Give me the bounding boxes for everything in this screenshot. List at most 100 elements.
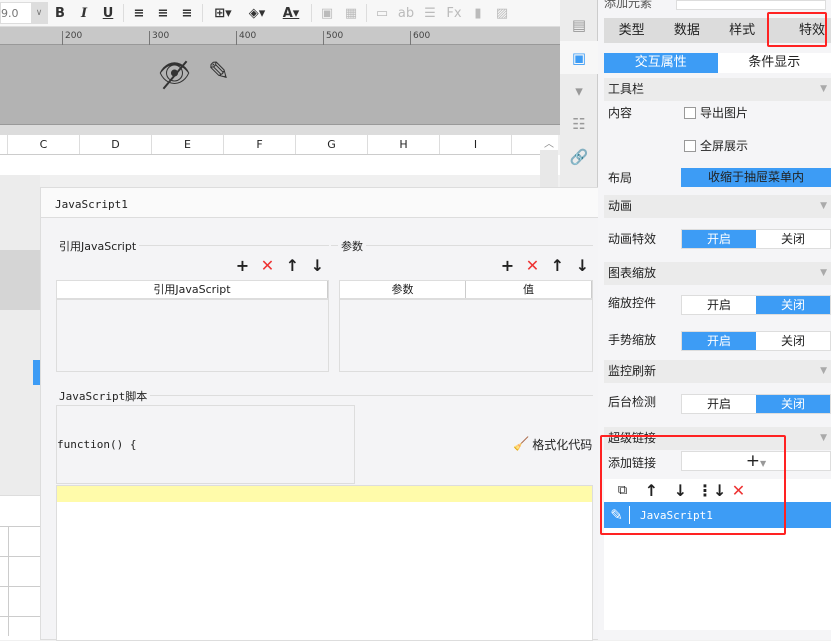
list-icon[interactable]: ☰ <box>418 2 442 24</box>
table-icon[interactable]: ▦ <box>339 2 363 24</box>
sheet-area <box>0 155 560 175</box>
layout-select[interactable]: 收缩于抽屉菜单内 <box>681 168 831 187</box>
section-title: 动画 <box>608 199 632 213</box>
toggle-on[interactable]: 开启 <box>682 296 756 314</box>
font-color-icon[interactable]: A▾ <box>274 2 308 24</box>
background-check-toggle[interactable]: 开启关闭 <box>681 394 831 414</box>
text-icon[interactable]: ab <box>394 2 418 24</box>
code-editor[interactable] <box>56 485 593 641</box>
code-prefix: function() { <box>57 438 136 451</box>
align-left-icon[interactable]: ≡ <box>127 2 151 24</box>
fullscreen-checkbox[interactable]: 全屏展示 <box>684 137 748 154</box>
ref-js-legend: 引用JavaScript <box>56 238 139 254</box>
params-table[interactable]: 参数值 <box>339 280 593 372</box>
animation-toggle[interactable]: 开启关闭 <box>681 229 831 249</box>
format-code-label: 格式化代码 <box>532 436 592 453</box>
collapse-icon: ▼ <box>820 78 827 101</box>
add-element-label: 添加元素 <box>604 0 652 11</box>
checkbox-label: 全屏展示 <box>700 137 748 154</box>
animation-effect-label: 动画特效 <box>608 230 656 247</box>
textbox-icon[interactable]: ▭ <box>370 2 394 24</box>
widget-properties-icon[interactable]: ▣ <box>560 41 598 74</box>
ref-js-table[interactable]: 引用JavaScript <box>56 280 329 372</box>
divider <box>0 125 560 135</box>
tab-data[interactable]: 数据 <box>659 18 714 43</box>
font-size-select[interactable]: 9.0∨ <box>0 2 48 24</box>
ruler-tick: 600 <box>410 31 430 45</box>
section-chart-zoom[interactable]: 图表缩放▼ <box>604 262 831 285</box>
column-header[interactable]: C <box>8 135 80 154</box>
column-header[interactable]: F <box>224 135 296 154</box>
dropdown-widget-icon[interactable]: ▾ <box>560 74 598 107</box>
column-header[interactable]: E <box>152 135 224 154</box>
scroll-up-icon[interactable]: ︿ <box>540 135 558 150</box>
toggle-off[interactable]: 关闭 <box>756 230 830 248</box>
collapse-icon: ▼ <box>820 360 827 383</box>
align-right-icon[interactable]: ≡ <box>175 2 199 24</box>
highlight-box <box>767 12 827 47</box>
export-image-checkbox[interactable]: 导出图片 <box>684 104 748 121</box>
section-monitor-refresh[interactable]: 监控刷新▼ <box>604 360 831 383</box>
gesture-zoom-toggle[interactable]: 开启关闭 <box>681 331 831 351</box>
section-toolbar[interactable]: 工具栏 ▼ <box>604 78 831 101</box>
mini-table <box>0 495 40 640</box>
arrow-down-icon[interactable]: ↓ <box>305 256 330 275</box>
column-header[interactable]: H <box>368 135 440 154</box>
collapse-icon: ▼ <box>820 195 827 218</box>
column-header: 引用JavaScript <box>57 281 328 298</box>
params-legend: 参数 <box>338 238 366 254</box>
cell-properties-icon[interactable]: ▤ <box>560 8 598 41</box>
subtab-condition[interactable]: 条件显示 <box>718 53 831 73</box>
arrow-up-icon[interactable]: ↑ <box>545 256 570 275</box>
ruler-tick: 400 <box>236 31 256 45</box>
add-element-input[interactable] <box>676 0 826 10</box>
chart-icon[interactable]: ▮ <box>466 2 490 24</box>
formula-icon[interactable]: Fx <box>442 2 466 24</box>
pencil-icon[interactable]: ✎ <box>208 57 230 87</box>
bold-button[interactable]: B <box>48 2 72 24</box>
toggle-off[interactable]: 关闭 <box>756 296 830 314</box>
zoom-control-toggle[interactable]: 开启关闭 <box>681 295 831 315</box>
column-header[interactable]: I <box>440 135 512 154</box>
column-header[interactable]: G <box>296 135 368 154</box>
background-check-label: 后台检测 <box>608 393 656 410</box>
formatting-toolbar: 9.0∨ B I U ≡ ≡ ≡ ⊞▾ ◈▾ A▾ ▣ ▦ ▭ ab ☰ Fx … <box>0 0 560 27</box>
dialog-title: JavaScript1 <box>41 188 599 218</box>
chevron-down-icon: ∨ <box>31 3 47 23</box>
gesture-zoom-label: 手势缩放 <box>608 331 656 348</box>
section-title: 工具栏 <box>608 82 644 96</box>
ruler-tick: 300 <box>149 31 169 45</box>
add-icon[interactable]: + <box>230 256 255 275</box>
broom-icon: 🧹 <box>513 437 529 452</box>
delete-icon[interactable]: ✕ <box>255 256 280 275</box>
properties-panel: 添加元素 类型 数据 样式 特效 交互属性 条件显示 工具栏▼ 内容 导出图片 … <box>598 0 831 640</box>
border-icon[interactable]: ⊞▾ <box>206 2 240 24</box>
add-icon[interactable]: + <box>495 256 520 275</box>
toggle-on[interactable]: 开启 <box>682 395 756 413</box>
tab-style[interactable]: 样式 <box>715 18 770 43</box>
toggle-off[interactable]: 关闭 <box>756 332 830 350</box>
toggle-on[interactable]: 开启 <box>682 230 756 248</box>
column-header[interactable]: D <box>80 135 152 154</box>
align-center-icon[interactable]: ≡ <box>151 2 175 24</box>
arrow-up-icon[interactable]: ↑ <box>280 256 305 275</box>
subtab-interaction[interactable]: 交互属性 <box>604 53 718 73</box>
tab-type[interactable]: 类型 <box>604 18 659 43</box>
toggle-off[interactable]: 关闭 <box>756 395 830 413</box>
toggle-on[interactable]: 开启 <box>682 332 756 350</box>
arrow-down-icon[interactable]: ↓ <box>570 256 595 275</box>
delete-icon[interactable]: ✕ <box>520 256 545 275</box>
map-preview <box>0 175 40 495</box>
section-animation[interactable]: 动画 ▼ <box>604 195 831 218</box>
format-code-button[interactable]: 🧹格式化代码 <box>513 436 592 453</box>
section-title: 图表缩放 <box>608 266 656 280</box>
link-list-empty <box>604 528 831 630</box>
link-icon[interactable]: 🔗 <box>560 140 598 173</box>
merge-cell-icon[interactable]: ▣ <box>315 2 339 24</box>
image-icon[interactable]: ▨ <box>490 2 514 24</box>
code-header-box: function() { <box>56 405 355 484</box>
underline-button[interactable]: U <box>96 2 120 24</box>
layout-icon[interactable]: ☷ <box>560 107 598 140</box>
italic-button[interactable]: I <box>72 2 96 24</box>
fill-color-icon[interactable]: ◈▾ <box>240 2 274 24</box>
